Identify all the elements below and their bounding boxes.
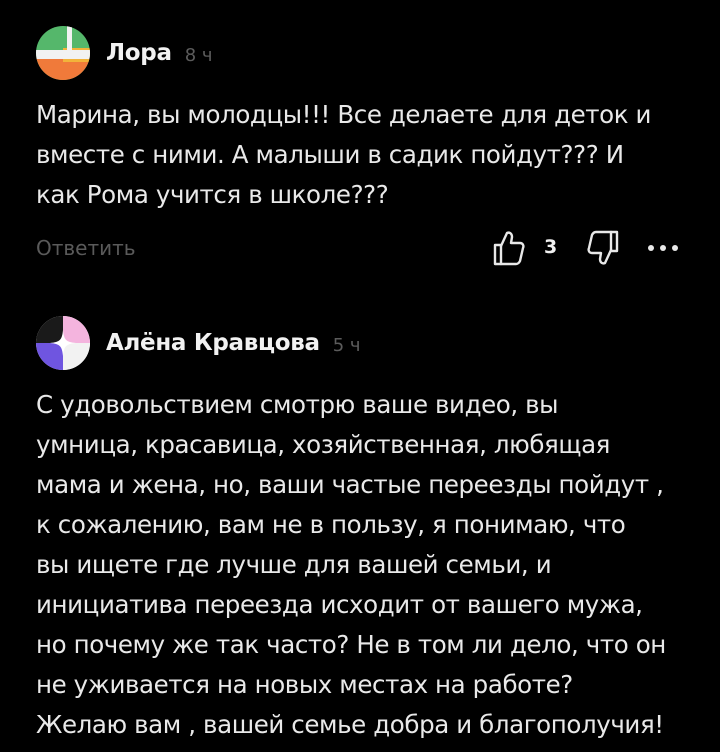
comment-text-line: мама и жена, но, ваши частые переезды по…	[36, 470, 664, 499]
comment-author[interactable]: Лора	[106, 40, 172, 66]
comment-text-line: не уживается на новых местах на работе?	[36, 670, 573, 699]
comment: Алёна Кравцова 5 ч С удовольствием смотр…	[0, 290, 720, 752]
comment-text-line: как Рома учится в школе???	[36, 180, 389, 209]
like-button[interactable]	[492, 228, 526, 268]
thumbs-down-icon	[587, 230, 619, 265]
avatar-image	[36, 316, 90, 370]
comment-time: 8 ч	[184, 44, 213, 66]
comment-text-line: но почему же так часто? Не в том ли дело…	[36, 630, 666, 659]
dislike-button[interactable]	[580, 228, 620, 268]
comment-header: Алёна Кравцова 5 ч	[36, 315, 361, 371]
like-count: 3	[544, 236, 558, 258]
comment-text-line: вы ищете где лучше для вашей семьи, и	[36, 550, 552, 579]
comment-author[interactable]: Алёна Кравцова	[106, 330, 320, 356]
comment-time: 5 ч	[332, 334, 361, 356]
comment-text-line: умница, красавица, хозяйственная, любяща…	[36, 430, 611, 459]
comment-actions: Ответить 3	[36, 228, 684, 272]
comment-text-line: Желаю вам , вашей семье добра и благопол…	[36, 710, 664, 739]
avatar-image	[36, 26, 90, 80]
comment-text-line: Марина, вы молодцы!!! Все делаете для де…	[36, 100, 652, 129]
more-dots-icon	[648, 245, 678, 251]
comment: Лора 8 ч Марина, вы молодцы!!! Все делае…	[0, 0, 720, 290]
comment-text-line: вместе с ними. А малыши в садик пойдут??…	[36, 140, 624, 169]
comment-text-line: инициатива переезда исходит от вашего му…	[36, 590, 643, 619]
avatar[interactable]	[36, 26, 90, 80]
reply-button[interactable]: Ответить	[36, 236, 136, 260]
comment-header: Лора 8 ч	[36, 25, 213, 81]
more-button[interactable]	[646, 236, 680, 260]
comment-text: С удовольствием смотрю ваше видео, вы ум…	[36, 385, 706, 745]
comment-text-line: С удовольствием смотрю ваше видео, вы	[36, 390, 559, 419]
comment-text-line: к сожалению, вам не в пользу, я понимаю,…	[36, 510, 626, 539]
thumbs-up-icon	[493, 231, 525, 266]
comment-text: Марина, вы молодцы!!! Все делаете для де…	[36, 95, 706, 215]
avatar[interactable]	[36, 316, 90, 370]
